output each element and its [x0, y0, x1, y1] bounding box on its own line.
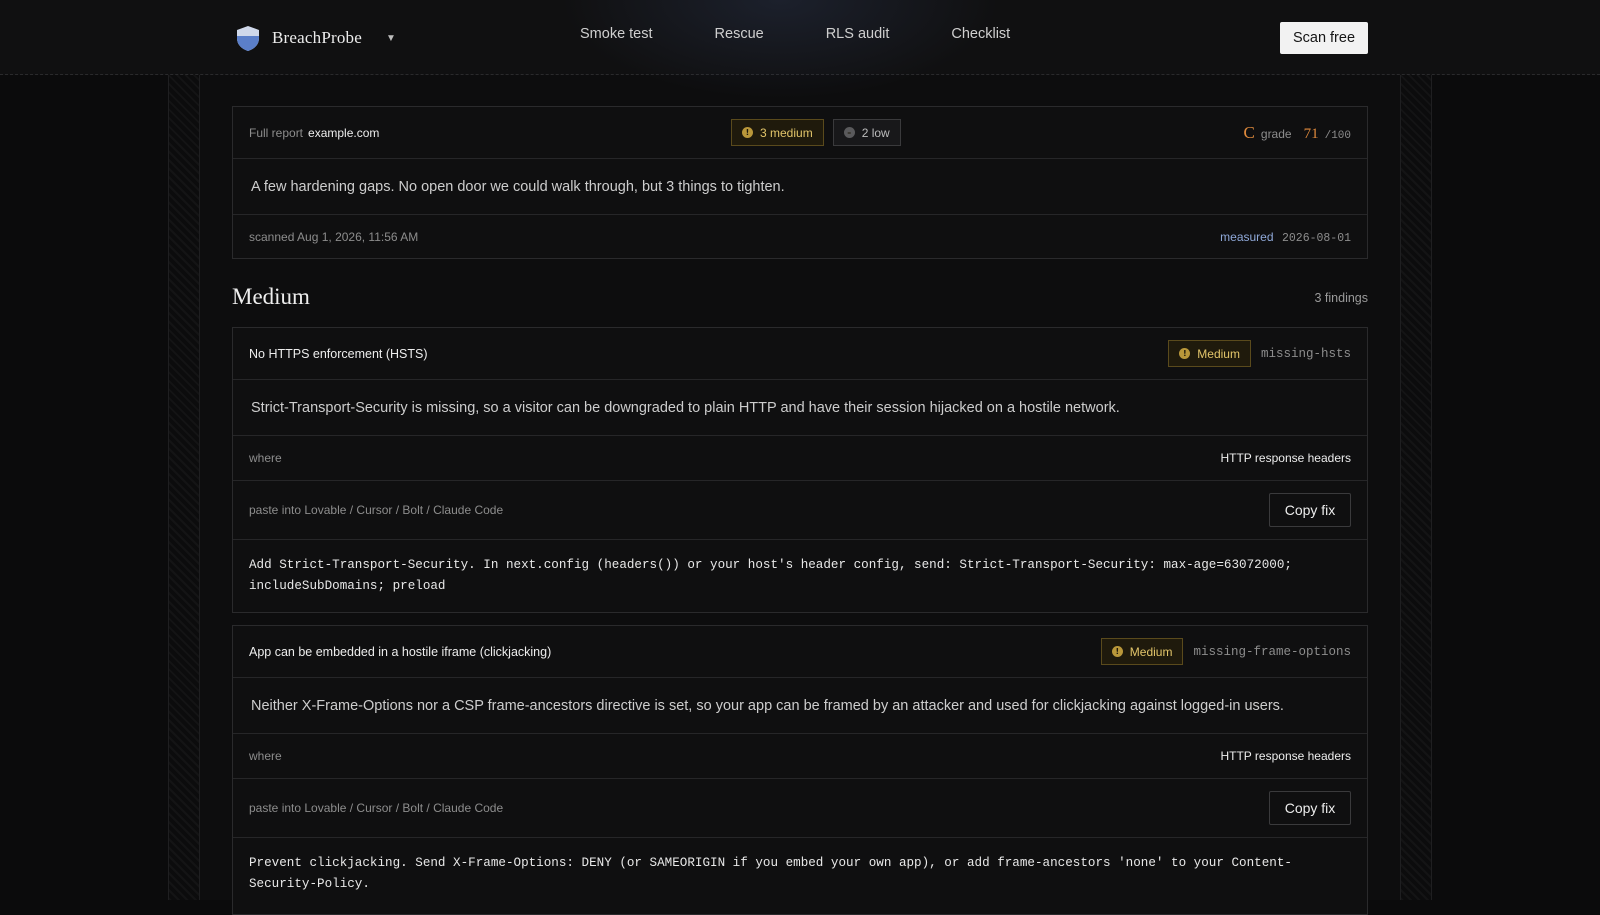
nav-rescue[interactable]: Rescue — [715, 26, 764, 42]
finding-card: No HTTPS enforcement (HSTS) ! Medium mis… — [232, 327, 1368, 613]
copy-fix-button[interactable]: Copy fix — [1269, 791, 1351, 825]
nav-checklist[interactable]: Checklist — [951, 26, 1010, 42]
measured-date: 2026-08-01 — [1281, 231, 1351, 245]
fix-code-block[interactable]: Add Strict-Transport-Security. In next.c… — [233, 540, 1367, 611]
paste-label: paste into Lovable / Cursor / Bolt / Cla… — [249, 801, 504, 815]
medium-count-badge: ! 3 medium — [731, 119, 824, 146]
where-label: where — [249, 451, 282, 465]
report-summary-row: A few hardening gaps. No open door we co… — [233, 159, 1367, 215]
scanned-timestamp: scanned Aug 1, 2026, 11:56 AM — [249, 229, 419, 244]
finding-description: Strict-Transport-Security is missing, so… — [251, 399, 1120, 416]
score-max: /100 — [1324, 130, 1351, 142]
top-navigation-bar: BreachProbe ▼ Smoke test Rescue RLS audi… — [0, 0, 1600, 100]
where-value: HTTP response headers — [1220, 749, 1351, 763]
minus-circle-icon: – — [843, 127, 855, 138]
report-summary-text: A few hardening gaps. No open door we co… — [251, 178, 785, 195]
grade-score: C grade 71 /100 — [1244, 123, 1351, 143]
left-hatched-rail — [168, 75, 200, 900]
finding-description: Neither X-Frame-Options nor a CSP frame-… — [251, 697, 1284, 714]
severity-badge: ! Medium — [1168, 340, 1251, 367]
finding-header-row: App can be embedded in a hostile iframe … — [233, 626, 1367, 678]
finding-meta: ! Medium missing-frame-options — [1100, 638, 1351, 665]
finding-id: missing-hsts — [1260, 346, 1351, 361]
grade-label: grade — [1260, 127, 1292, 141]
shield-logo-icon — [237, 25, 259, 51]
grade-letter: C — [1243, 123, 1255, 142]
info-icon: ! — [742, 127, 753, 138]
finding-description-row: Neither X-Frame-Options nor a CSP frame-… — [233, 678, 1367, 734]
nav-smoke-test[interactable]: Smoke test — [580, 26, 653, 42]
report-meta-row: scanned Aug 1, 2026, 11:56 AM measured 2… — [233, 215, 1367, 258]
finding-id: missing-frame-options — [1193, 644, 1351, 659]
severity-summary: ! 3 medium – 2 low — [731, 119, 901, 146]
finding-description-row: Strict-Transport-Security is missing, so… — [233, 380, 1367, 436]
where-value: HTTP response headers — [1220, 451, 1351, 465]
brand-menu[interactable]: BreachProbe ▼ — [236, 22, 396, 54]
low-count-badge: – 2 low — [832, 119, 901, 146]
brand-name: BreachProbe — [272, 28, 362, 47]
nav-rls-audit[interactable]: RLS audit — [826, 26, 890, 42]
right-hatched-rail — [1400, 75, 1432, 900]
section-title: Medium — [232, 284, 310, 309]
finding-header-row: No HTTPS enforcement (HSTS) ! Medium mis… — [233, 328, 1367, 380]
report-header-row: Full report example.com ! 3 medium – 2 l… — [233, 107, 1367, 159]
measured-info: measured 2026-08-01 — [1220, 228, 1351, 246]
finding-meta: ! Medium missing-hsts — [1168, 340, 1351, 367]
report-summary-card: Full report example.com ! 3 medium – 2 l… — [232, 106, 1368, 259]
where-label: where — [249, 749, 282, 763]
report-label: Full report — [249, 125, 304, 140]
measured-label: measured — [1220, 229, 1274, 244]
finding-card: App can be embedded in a hostile iframe … — [232, 625, 1368, 915]
finding-title: No HTTPS enforcement (HSTS) — [249, 346, 428, 361]
finding-where-row: where HTTP response headers — [233, 436, 1367, 481]
fix-code-block[interactable]: Prevent clickjacking. Send X-Frame-Optio… — [233, 838, 1367, 909]
finding-paste-row: paste into Lovable / Cursor / Bolt / Cla… — [233, 779, 1367, 838]
section-findings-count: 3 findings — [1314, 291, 1368, 305]
severity-badge: ! Medium — [1100, 638, 1184, 665]
finding-title: App can be embedded in a hostile iframe … — [249, 644, 552, 659]
score-value: 71 — [1303, 126, 1319, 142]
main-nav: Smoke test Rescue RLS audit Checklist — [580, 26, 1010, 42]
paste-label: paste into Lovable / Cursor / Bolt / Cla… — [249, 503, 504, 517]
finding-paste-row: paste into Lovable / Cursor / Bolt / Cla… — [233, 481, 1367, 540]
info-icon: ! — [1179, 348, 1191, 359]
report-domain: example.com — [308, 125, 380, 140]
scan-free-button[interactable]: Scan free — [1280, 22, 1368, 54]
info-icon: ! — [1111, 646, 1123, 657]
chevron-down-icon[interactable]: ▼ — [386, 33, 396, 44]
finding-where-row: where HTTP response headers — [233, 734, 1367, 779]
copy-fix-button[interactable]: Copy fix — [1269, 493, 1351, 527]
